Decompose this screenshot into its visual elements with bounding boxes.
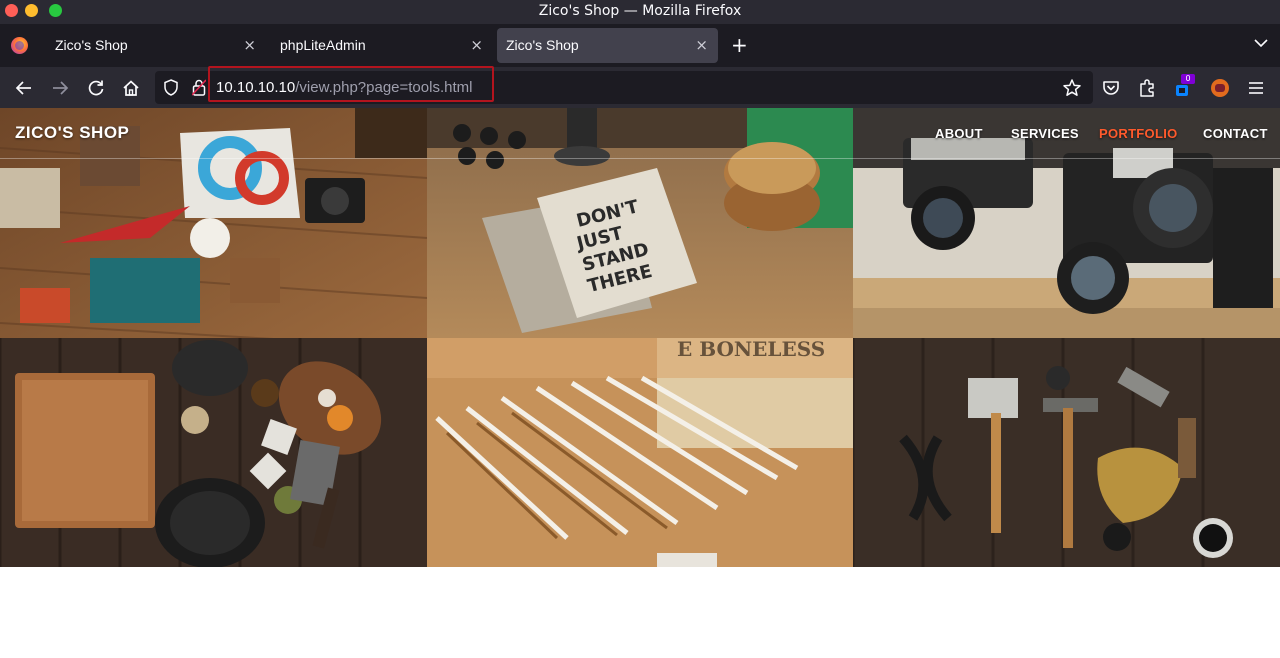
extensions-icon[interactable] xyxy=(1137,78,1157,98)
tab-close-icon[interactable]: × xyxy=(470,36,483,54)
pocket-icon[interactable] xyxy=(1101,78,1121,98)
svg-text:E BONELESS: E BONELESS xyxy=(677,338,825,361)
tab-close-icon[interactable]: × xyxy=(243,36,256,54)
site-brand[interactable]: ZICO'S SHOP xyxy=(15,123,129,143)
forward-icon[interactable] xyxy=(50,78,70,98)
profile-avatar-icon[interactable] xyxy=(1211,79,1229,97)
tab-label: Zico's Shop xyxy=(55,37,128,53)
window-titlebar: Zico's Shop — Mozilla Firefox xyxy=(0,0,1280,24)
kitchen-herbs-photo[interactable] xyxy=(0,338,427,567)
container-icon xyxy=(1176,85,1188,96)
portfolio-grid: DON'T JUST STAND THERE E BONELESS ZICO'S… xyxy=(0,108,1280,567)
nav-services[interactable]: SERVICES xyxy=(1011,126,1079,141)
back-icon[interactable] xyxy=(14,78,34,98)
tab-label: Zico's Shop xyxy=(506,37,579,53)
container-extension[interactable]: 0 xyxy=(1172,74,1195,100)
nav-portfolio[interactable]: PORTFOLIO xyxy=(1099,126,1178,141)
tab-close-icon[interactable]: × xyxy=(695,36,708,54)
old-tools-photo[interactable] xyxy=(853,338,1280,567)
nav-contact[interactable]: CONTACT xyxy=(1203,126,1268,141)
menu-icon[interactable] xyxy=(1246,78,1266,98)
pencils-photo[interactable]: E BONELESS xyxy=(427,338,853,567)
extension-badge: 0 xyxy=(1181,74,1195,84)
firefox-logo-icon xyxy=(11,37,28,54)
url-highlight-annotation xyxy=(208,66,494,102)
tab-zicos-shop-active[interactable]: Zico's Shop × xyxy=(497,28,718,63)
tab-phpliteadmin[interactable]: phpLiteAdmin × xyxy=(271,28,493,63)
tab-zicos-shop-1[interactable]: Zico's Shop × xyxy=(46,28,266,63)
tab-strip: Zico's Shop × phpLiteAdmin × Zico's Shop… xyxy=(0,24,1280,67)
new-tab-button[interactable]: + xyxy=(731,34,748,56)
web-page: DON'T JUST STAND THERE E BONELESS ZICO'S… xyxy=(0,108,1280,658)
lock-icon[interactable] xyxy=(192,79,206,96)
site-header: ZICO'S SHOP ABOUT SERVICES PORTFOLIO CON… xyxy=(0,108,1280,159)
shield-icon[interactable] xyxy=(163,79,179,96)
chevron-down-icon[interactable] xyxy=(1254,36,1268,50)
window-title: Zico's Shop — Mozilla Firefox xyxy=(538,3,742,19)
bookmark-star-icon[interactable] xyxy=(1062,78,1082,98)
reload-icon[interactable] xyxy=(86,78,106,98)
home-icon[interactable] xyxy=(121,78,141,98)
nav-about[interactable]: ABOUT xyxy=(935,126,983,141)
navigation-toolbar: 10.10.10.10/view.php?page=tools.html 0 xyxy=(0,67,1280,108)
tab-label: phpLiteAdmin xyxy=(280,37,366,53)
